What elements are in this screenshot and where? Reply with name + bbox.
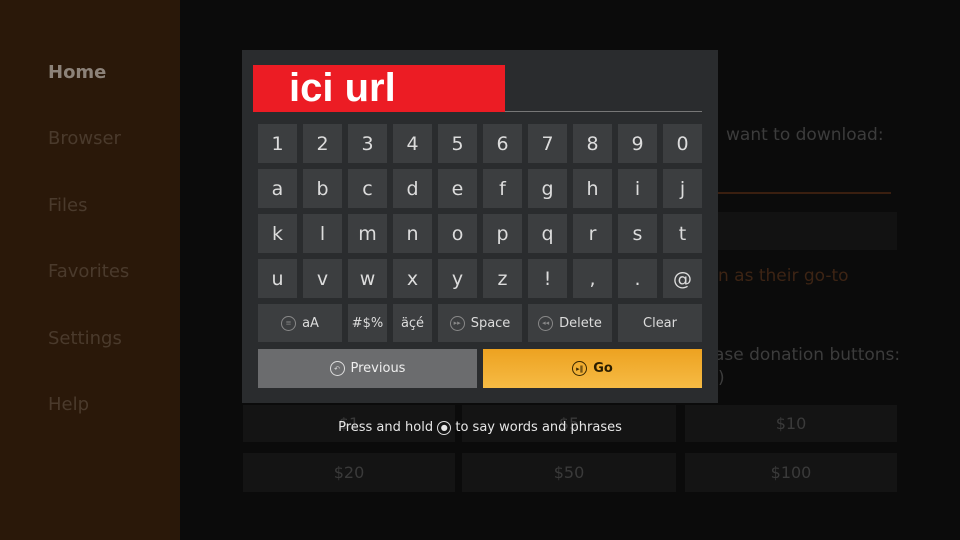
sidebar-item-favorites[interactable]: Favorites — [48, 261, 129, 282]
donate-50-button[interactable]: $50 — [462, 453, 676, 492]
key-j[interactable]: j — [663, 169, 702, 208]
sidebar-item-help[interactable]: Help — [48, 394, 89, 415]
sidebar: Home Browser Files Favorites Settings He… — [0, 0, 180, 540]
back-icon: ↶ — [329, 361, 345, 376]
rewind-icon: ◂◂ — [538, 315, 554, 331]
key-o[interactable]: o — [438, 214, 477, 253]
key-l[interactable]: l — [303, 214, 342, 253]
key-e[interactable]: e — [438, 169, 477, 208]
key-v[interactable]: v — [303, 259, 342, 298]
delete-label: Delete — [559, 315, 602, 331]
sidebar-item-browser[interactable]: Browser — [48, 128, 121, 149]
previous-button[interactable]: ↶ Previous — [258, 349, 477, 388]
key-w[interactable]: w — [348, 259, 387, 298]
key-3[interactable]: 3 — [348, 124, 387, 163]
key-,[interactable]: , — [573, 259, 612, 298]
key-2[interactable]: 2 — [303, 124, 342, 163]
key-5[interactable]: 5 — [438, 124, 477, 163]
key-f[interactable]: f — [483, 169, 522, 208]
key-@[interactable]: @ — [663, 259, 702, 298]
donation-label: ase donation buttons: — [714, 345, 901, 365]
key-z[interactable]: z — [483, 259, 522, 298]
go-label: Go — [593, 361, 613, 376]
hint-before: Press and hold — [338, 420, 434, 435]
voice-hint: Press and hold ● to say words and phrase… — [242, 420, 718, 435]
key-![interactable]: ! — [528, 259, 567, 298]
key-t[interactable]: t — [663, 214, 702, 253]
key-8[interactable]: 8 — [573, 124, 612, 163]
background-button — [700, 212, 897, 250]
sidebar-item-home[interactable]: Home — [48, 62, 106, 83]
key-p[interactable]: p — [483, 214, 522, 253]
key-q[interactable]: q — [528, 214, 567, 253]
sidebar-item-files[interactable]: Files — [48, 195, 88, 216]
space-label: Space — [470, 315, 511, 331]
menu-icon: ≡ — [281, 315, 297, 331]
donate-20-button[interactable]: $20 — [243, 453, 455, 492]
case-label: aA — [302, 315, 319, 331]
key-.[interactable]: . — [618, 259, 657, 298]
key-d[interactable]: d — [393, 169, 432, 208]
delete-key[interactable]: ◂◂ Delete — [528, 304, 612, 342]
case-toggle-key[interactable]: ≡ aA — [258, 304, 342, 342]
previous-label: Previous — [350, 361, 406, 376]
key-7[interactable]: 7 — [528, 124, 567, 163]
goto-text: n as their go-to — [718, 266, 849, 286]
sidebar-item-settings[interactable]: Settings — [48, 328, 122, 349]
key-x[interactable]: x — [393, 259, 432, 298]
input-underline — [713, 192, 891, 194]
url-input[interactable]: ici url — [253, 65, 505, 112]
key-c[interactable]: c — [348, 169, 387, 208]
donation-paren: ) — [718, 368, 725, 388]
go-button[interactable]: ▸‖ Go — [483, 349, 702, 388]
key-0[interactable]: 0 — [663, 124, 702, 163]
key-u[interactable]: u — [258, 259, 297, 298]
key-4[interactable]: 4 — [393, 124, 432, 163]
key-a[interactable]: a — [258, 169, 297, 208]
url-input-underline — [505, 111, 702, 112]
key-n[interactable]: n — [393, 214, 432, 253]
fast-forward-icon: ▸▸ — [449, 315, 465, 331]
accents-key[interactable]: äçé — [393, 304, 432, 342]
key-h[interactable]: h — [573, 169, 612, 208]
clear-key[interactable]: Clear — [618, 304, 702, 342]
key-6[interactable]: 6 — [483, 124, 522, 163]
key-b[interactable]: b — [303, 169, 342, 208]
donate-100-button[interactable]: $100 — [685, 453, 897, 492]
key-m[interactable]: m — [348, 214, 387, 253]
key-r[interactable]: r — [573, 214, 612, 253]
key-1[interactable]: 1 — [258, 124, 297, 163]
key-9[interactable]: 9 — [618, 124, 657, 163]
key-g[interactable]: g — [528, 169, 567, 208]
microphone-icon: ● — [437, 420, 452, 435]
key-i[interactable]: i — [618, 169, 657, 208]
download-label: want to download: — [726, 125, 884, 145]
space-key[interactable]: ▸▸ Space — [438, 304, 522, 342]
key-s[interactable]: s — [618, 214, 657, 253]
play-pause-icon: ▸‖ — [572, 361, 588, 376]
key-y[interactable]: y — [438, 259, 477, 298]
symbols-key[interactable]: #$% — [348, 304, 387, 342]
hint-after: to say words and phrases — [455, 420, 622, 435]
key-k[interactable]: k — [258, 214, 297, 253]
